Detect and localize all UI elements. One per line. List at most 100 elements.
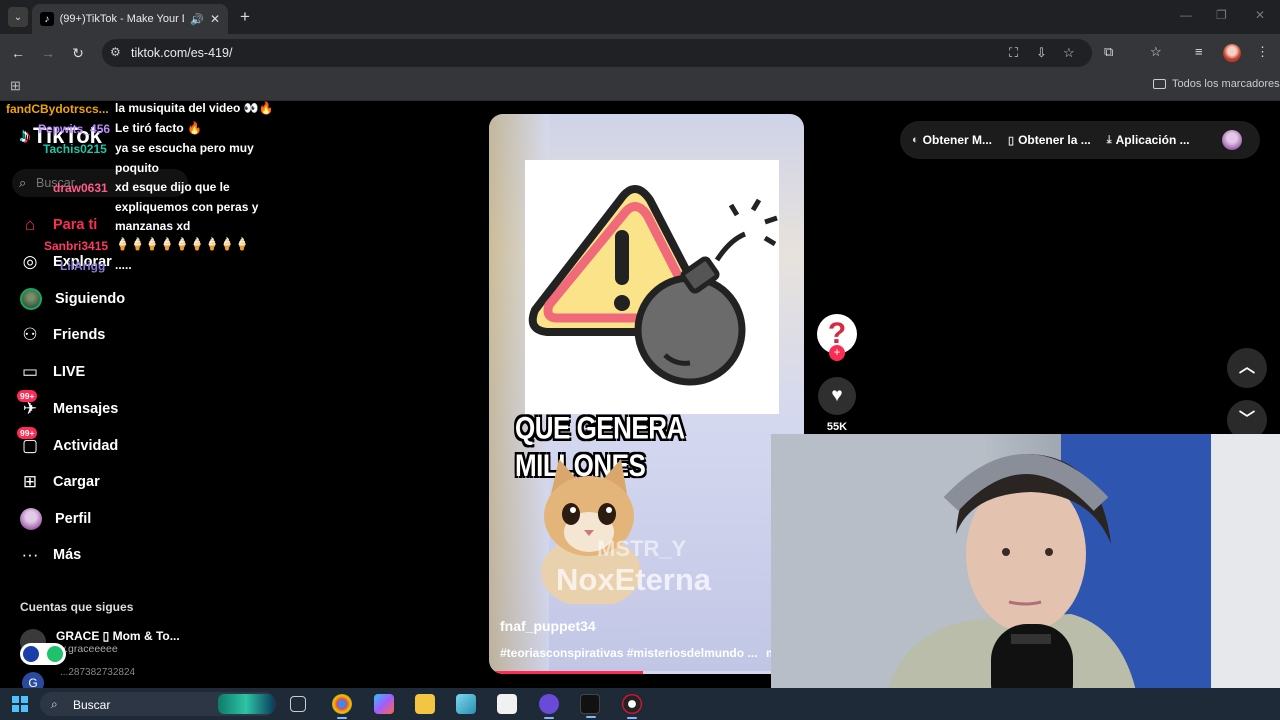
- chat-username: LilArigg: [60, 259, 106, 273]
- media-control-icon[interactable]: ≡: [1195, 44, 1203, 59]
- sidebar-item-actividad[interactable]: ▢ 99+ Actividad: [17, 427, 118, 458]
- sidebar-item-mensajes[interactable]: ✈ 99+ Mensajes: [17, 390, 119, 421]
- tab-close-icon[interactable]: ✕: [210, 12, 220, 26]
- messages-icon: ✈ 99+: [17, 390, 40, 419]
- sidebar-item-label: Más: [53, 547, 82, 563]
- all-bookmarks-label: Todos los marcadores: [1172, 78, 1280, 90]
- sidebar-item-perfil[interactable]: Perfil: [20, 507, 91, 531]
- upload-icon: ⊞: [22, 472, 38, 491]
- sidebar-item-cargar[interactable]: ⊞ Cargar: [20, 470, 100, 494]
- copilot-taskbar-icon[interactable]: [374, 694, 394, 714]
- coin-icon: ◐: [912, 134, 919, 146]
- new-tab-button[interactable]: +: [236, 8, 254, 26]
- webcam-person-image: [771, 434, 1280, 720]
- live-icon: ▭: [21, 362, 39, 381]
- widget-power-icon: [47, 646, 63, 662]
- watermark-top: MSTR_Y: [597, 536, 687, 561]
- address-bar[interactable]: ⚙ tiktok.com/es-419/ ⛶ ⇩ ☆: [102, 39, 1092, 67]
- friends-icon: ⚇: [22, 325, 38, 344]
- following-avatar: [20, 288, 42, 310]
- chat-username: Sanbri3415: [44, 239, 109, 253]
- tab-audio-icon[interactable]: 🔊: [190, 13, 204, 26]
- chat-message: la musiquita del video 👀🔥: [115, 101, 274, 115]
- maximize-icon[interactable]: ❐: [1216, 8, 1227, 22]
- app-taskbar-icon[interactable]: [456, 694, 476, 714]
- video-player[interactable]: QUE GENERA MILLONES MSTR_Y NoxEterna fna: [489, 114, 804, 674]
- translate-icon[interactable]: ⛶: [1009, 45, 1018, 61]
- phone-icon: ▯: [1008, 134, 1015, 147]
- more-icon: ···: [21, 545, 39, 564]
- sidebar-item-live[interactable]: ▭ LIVE: [20, 360, 85, 384]
- chrome-profile-avatar[interactable]: [1223, 44, 1241, 62]
- chrome-menu-icon[interactable]: ⋮: [1256, 44, 1269, 60]
- like-heart-icon[interactable]: ♥: [818, 377, 856, 415]
- tiktok-favicon-icon: ♪: [40, 12, 54, 26]
- window-close-icon[interactable]: ✕: [1255, 8, 1265, 22]
- user-avatar[interactable]: [1222, 130, 1242, 150]
- windows-start-icon[interactable]: [12, 696, 28, 712]
- tiktok-topbar: ◐ Obtener M... ▯ Obtener la ... ⤓ Aplica…: [900, 121, 1260, 159]
- obs-mini-widget[interactable]: [20, 643, 66, 665]
- extensions-icon[interactable]: ⧉: [1104, 44, 1113, 60]
- webcam-overlay: [771, 434, 1280, 720]
- apps-grid-icon[interactable]: ⊞: [10, 78, 21, 94]
- desktop-app-label: Aplicación ...: [1115, 133, 1190, 147]
- followed-account-name: GRACE ▯ Mom & To...: [56, 629, 180, 643]
- messenger-taskbar-icon[interactable]: [539, 694, 559, 719]
- install-app-icon[interactable]: ⇩: [1036, 45, 1047, 61]
- forward-icon[interactable]: →: [38, 43, 58, 63]
- url-text: tiktok.com/es-419/: [131, 46, 233, 60]
- taskbar-search-label: Buscar: [73, 698, 111, 712]
- download-icon: ⤓: [1106, 133, 1112, 146]
- chrome-taskbar-icon[interactable]: [332, 694, 352, 719]
- file-explorer-taskbar-icon[interactable]: [415, 694, 435, 714]
- watermark: NoxEterna: [556, 562, 712, 597]
- like-count: 55K: [826, 421, 848, 433]
- site-info-icon[interactable]: ⚙: [110, 45, 121, 59]
- media-player-taskbar-icon[interactable]: [497, 694, 517, 714]
- reload-icon[interactable]: ↻: [68, 43, 88, 63]
- video-progress-bar[interactable]: [489, 671, 804, 674]
- video-author[interactable]: fnaf_puppet34: [500, 618, 596, 634]
- follow-plus-icon[interactable]: +: [829, 345, 845, 361]
- windows-taskbar: ⌕ Buscar: [0, 688, 1280, 720]
- audio-app-taskbar-icon[interactable]: [580, 694, 600, 718]
- get-app-button[interactable]: ▯ Obtener la ...: [1008, 133, 1091, 147]
- chat-message: .....: [115, 258, 132, 272]
- sidebar-item-mas[interactable]: ··· Más: [20, 543, 82, 567]
- video-hashtags[interactable]: #teoriasconspirativas #misteriosdelmundo…: [500, 646, 757, 660]
- sidebar-item-siguiendo[interactable]: Siguiendo: [20, 287, 125, 311]
- sidebar-item-label: Mensajes: [53, 401, 119, 417]
- task-view-icon[interactable]: [290, 696, 306, 712]
- chat-message: xd esque dijo que le expliquemos con per…: [115, 180, 259, 233]
- chat-message: 🍦🍦🍦🍦🍦🍦🍦🍦🍦: [115, 237, 250, 251]
- previous-video-chevron-up-icon[interactable]: ︿: [1227, 348, 1267, 388]
- minimize-icon[interactable]: —: [1180, 8, 1192, 22]
- obs-taskbar-icon[interactable]: [622, 694, 642, 719]
- activity-icon: ▢ 99+: [17, 427, 40, 456]
- chat-username: draw0631: [53, 181, 108, 195]
- chat-username: Pepwits_456: [38, 122, 111, 136]
- tab-search-button[interactable]: ⌄: [8, 7, 28, 27]
- warning-bomb-icon: [528, 185, 778, 386]
- all-bookmarks-folder[interactable]: Todos los marcadores: [1153, 78, 1280, 90]
- bookmarks-bar: ⊞ Todos los marcadores: [0, 72, 1280, 101]
- tab-title: (99+)TikTok - Make Your Da: [59, 13, 185, 25]
- back-icon[interactable]: ←: [8, 43, 28, 63]
- warning-bomb-image: [525, 160, 779, 414]
- video-progress-fill: [489, 671, 644, 674]
- desktop-app-button[interactable]: ⤓ Aplicación ...: [1107, 133, 1190, 147]
- taskbar-search-box[interactable]: ⌕ Buscar: [40, 692, 276, 716]
- browser-tab-tiktok[interactable]: ♪ (99+)TikTok - Make Your Da 🔊 ✕: [32, 4, 228, 34]
- reading-list-icon[interactable]: ☆: [1150, 44, 1162, 60]
- stream-chat-overlay: fandCBydotrscs... la musiquita del video…: [0, 101, 290, 281]
- profile-avatar: [20, 508, 42, 530]
- sidebar-item-friends[interactable]: ⚇ Friends: [20, 323, 105, 347]
- messages-badge: 99+: [17, 390, 38, 402]
- get-coins-button[interactable]: ◐ Obtener M...: [912, 133, 992, 147]
- widget-dot-icon: [23, 646, 39, 662]
- sidebar-item-label: Cargar: [53, 474, 100, 490]
- bookmark-star-icon[interactable]: ☆: [1063, 45, 1075, 61]
- search-highlight-image: [218, 694, 274, 714]
- sidebar-item-label: Perfil: [55, 511, 92, 527]
